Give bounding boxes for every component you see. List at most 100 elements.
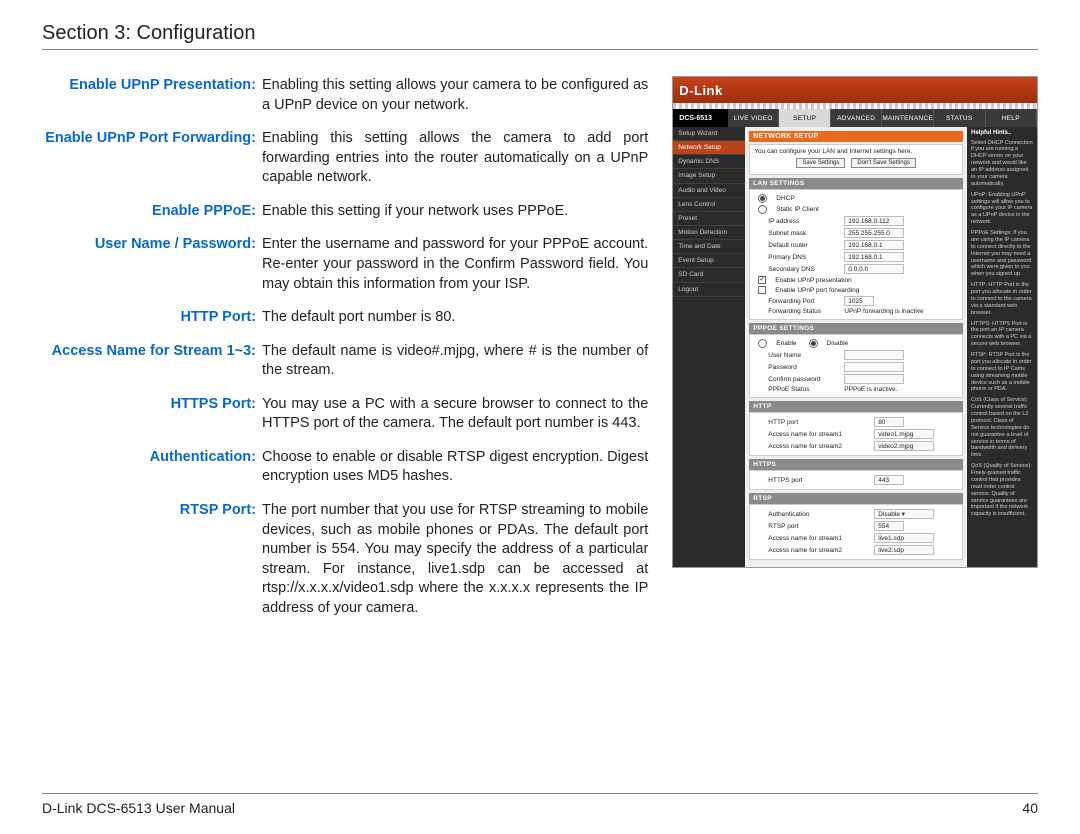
sidebar-item[interactable]: Time and Date (673, 240, 745, 254)
def-term: HTTP Port: (42, 308, 262, 328)
def-desc: The default port number is 80. (262, 308, 648, 328)
rn1-field[interactable]: live1.sdp (874, 533, 934, 543)
dhcp-label: DHCP (776, 195, 794, 202)
pppoe-pass-label: Password (768, 364, 838, 371)
def-desc: Choose to enable or disable RTSP digest … (262, 448, 648, 487)
def-term: Authentication: (42, 448, 262, 487)
an2-field[interactable]: video2.mjpg (874, 441, 934, 451)
radio-dhcp[interactable] (758, 194, 767, 203)
radio-pppoe-enable[interactable] (758, 339, 767, 348)
dns1-field[interactable]: 192.168.0.1 (844, 252, 904, 262)
static-label: Static IP Client (776, 206, 819, 213)
https-heading: HTTPS (749, 459, 963, 470)
pppoe-status-value: PPPoE is inactive. (844, 386, 897, 393)
rn2-field[interactable]: live2.sdp (874, 545, 934, 555)
dns2-label: Secondary DNS (768, 266, 838, 273)
help-para: RTSP: RTSP Port is the port you allocate… (971, 352, 1033, 393)
def-desc: Enabling this setting allows your camera… (262, 76, 648, 115)
lan-heading: LAN SETTINGS (749, 178, 963, 189)
tab-help[interactable]: HELP (986, 109, 1037, 127)
radio-pppoe-disable[interactable] (809, 339, 818, 348)
dont-save-button[interactable]: Don't Save Settings (851, 158, 916, 168)
sidebar-item[interactable]: Dynamic DNS (673, 155, 745, 169)
fwd-status-value: UPnP forwarding is inactive (844, 308, 923, 315)
rtsp-heading: RTSP (749, 493, 963, 504)
def-desc: The port number that you use for RTSP st… (262, 501, 648, 618)
definitions-list: Enable UPnP Presentation:Enabling this s… (42, 76, 648, 632)
pppoe-conf-field[interactable] (844, 374, 904, 384)
help-para: PPPoE Settings: If you are using the IP … (971, 230, 1033, 278)
footer-page-number: 40 (1022, 800, 1038, 816)
pppoe-disable-label: Disable (827, 340, 849, 347)
http-port-label: HTTP port (768, 419, 868, 426)
fwd-port-field[interactable]: 1025 (844, 296, 874, 306)
chk-upnp-fwd[interactable] (758, 286, 766, 294)
auth-select[interactable]: Disable ▾ (874, 509, 934, 519)
sidebar-item[interactable]: SD Card (673, 268, 745, 282)
gw-field[interactable]: 192.168.0.1 (844, 240, 904, 250)
help-title: Helpful Hints.. (971, 130, 1033, 138)
pppoe-enable-label: Enable (776, 340, 796, 347)
def-term: Access Name for Stream 1~3: (42, 342, 262, 381)
sidebar-item[interactable]: Image Setup (673, 169, 745, 183)
sidebar-item-network-setup[interactable]: Network Setup (673, 141, 745, 155)
upnp-fwd-label: Enable UPnP port forwarding (775, 287, 859, 294)
footer-left: D-Link DCS-6513 User Manual (42, 800, 235, 816)
sidebar-item[interactable]: Lens Control (673, 198, 745, 212)
help-para: HTTP: HTTP Port is the port you allocate… (971, 282, 1033, 316)
model-label: DCS-6513 (673, 109, 718, 127)
sidebar: Setup Wizard Network Setup Dynamic DNS I… (673, 127, 745, 567)
dns2-field[interactable]: 0.0.0.0 (844, 264, 904, 274)
def-term: RTSP Port: (42, 501, 262, 618)
def-desc: Enable this setting if your network uses… (262, 202, 648, 222)
panel-title: NETWORK SETUP (749, 131, 963, 142)
sidebar-item[interactable]: Motion Detection (673, 226, 745, 240)
tab-advanced[interactable]: ADVANCED (831, 109, 882, 127)
tab-live-video[interactable]: LIVE VIDEO (728, 109, 779, 127)
def-desc: You may use a PC with a secure browser t… (262, 395, 648, 434)
pppoe-user-label: User Name (768, 352, 838, 359)
help-para: QoS (Quality of Service): Finely-grained… (971, 463, 1033, 518)
sidebar-item[interactable]: Logout (673, 283, 745, 297)
chk-upnp-pres[interactable] (758, 276, 766, 284)
radio-static[interactable] (758, 205, 767, 214)
embedded-screenshot: D-Link DCS-6513 LIVE VIDEO SETUP ADVANCE… (672, 76, 1038, 632)
brand-bar: D-Link (673, 77, 1037, 103)
http-port-field[interactable]: 80 (874, 417, 904, 427)
def-desc: The default name is video#.mjpg, where #… (262, 342, 648, 381)
brand-logo: D-Link (679, 83, 722, 98)
ip-label: IP address (768, 218, 838, 225)
sidebar-item[interactable]: Event Setup (673, 254, 745, 268)
an1-field[interactable]: video1.mjpg (874, 429, 934, 439)
tab-setup[interactable]: SETUP (779, 109, 830, 127)
fwd-status-label: Forwarding Status (768, 308, 838, 315)
fwd-port-label: Forwarding Port (768, 298, 838, 305)
tab-status[interactable]: STATUS (934, 109, 985, 127)
sidebar-item[interactable]: Setup Wizard (673, 127, 745, 141)
rtsp-port-label: RTSP port (768, 523, 868, 530)
upnp-pres-label: Enable UPnP presentation (775, 277, 852, 284)
def-term: Enable UPnP Port Forwarding: (42, 129, 262, 188)
https-port-field[interactable]: 443 (874, 475, 904, 485)
panel-desc: You can configure your LAN and Internet … (754, 148, 912, 155)
save-button[interactable]: Save Settings (796, 158, 845, 168)
pppoe-status-label: PPPoE Status (768, 386, 838, 393)
mask-label: Subnet mask (768, 230, 838, 237)
def-term: Enable PPPoE: (42, 202, 262, 222)
an2-label: Access name for stream2 (768, 443, 868, 450)
mask-field[interactable]: 255.255.255.0 (844, 228, 904, 238)
ip-field[interactable]: 192.168.0.112 (844, 216, 904, 226)
pppoe-user-field[interactable] (844, 350, 904, 360)
sidebar-item[interactable]: Audio and Video (673, 184, 745, 198)
http-heading: HTTP (749, 401, 963, 412)
rtsp-port-field[interactable]: 554 (874, 521, 904, 531)
gw-label: Default router (768, 242, 838, 249)
def-term: HTTPS Port: (42, 395, 262, 434)
main-panel: NETWORK SETUP You can configure your LAN… (745, 127, 967, 567)
def-term: Enable UPnP Presentation: (42, 76, 262, 115)
tab-maintenance[interactable]: MAINTENANCE (882, 109, 934, 127)
pppoe-pass-field[interactable] (844, 362, 904, 372)
arrow-icon (718, 109, 728, 127)
help-para: UPnP: Enabling UPnP settings will allow … (971, 192, 1033, 226)
sidebar-item[interactable]: Preset (673, 212, 745, 226)
